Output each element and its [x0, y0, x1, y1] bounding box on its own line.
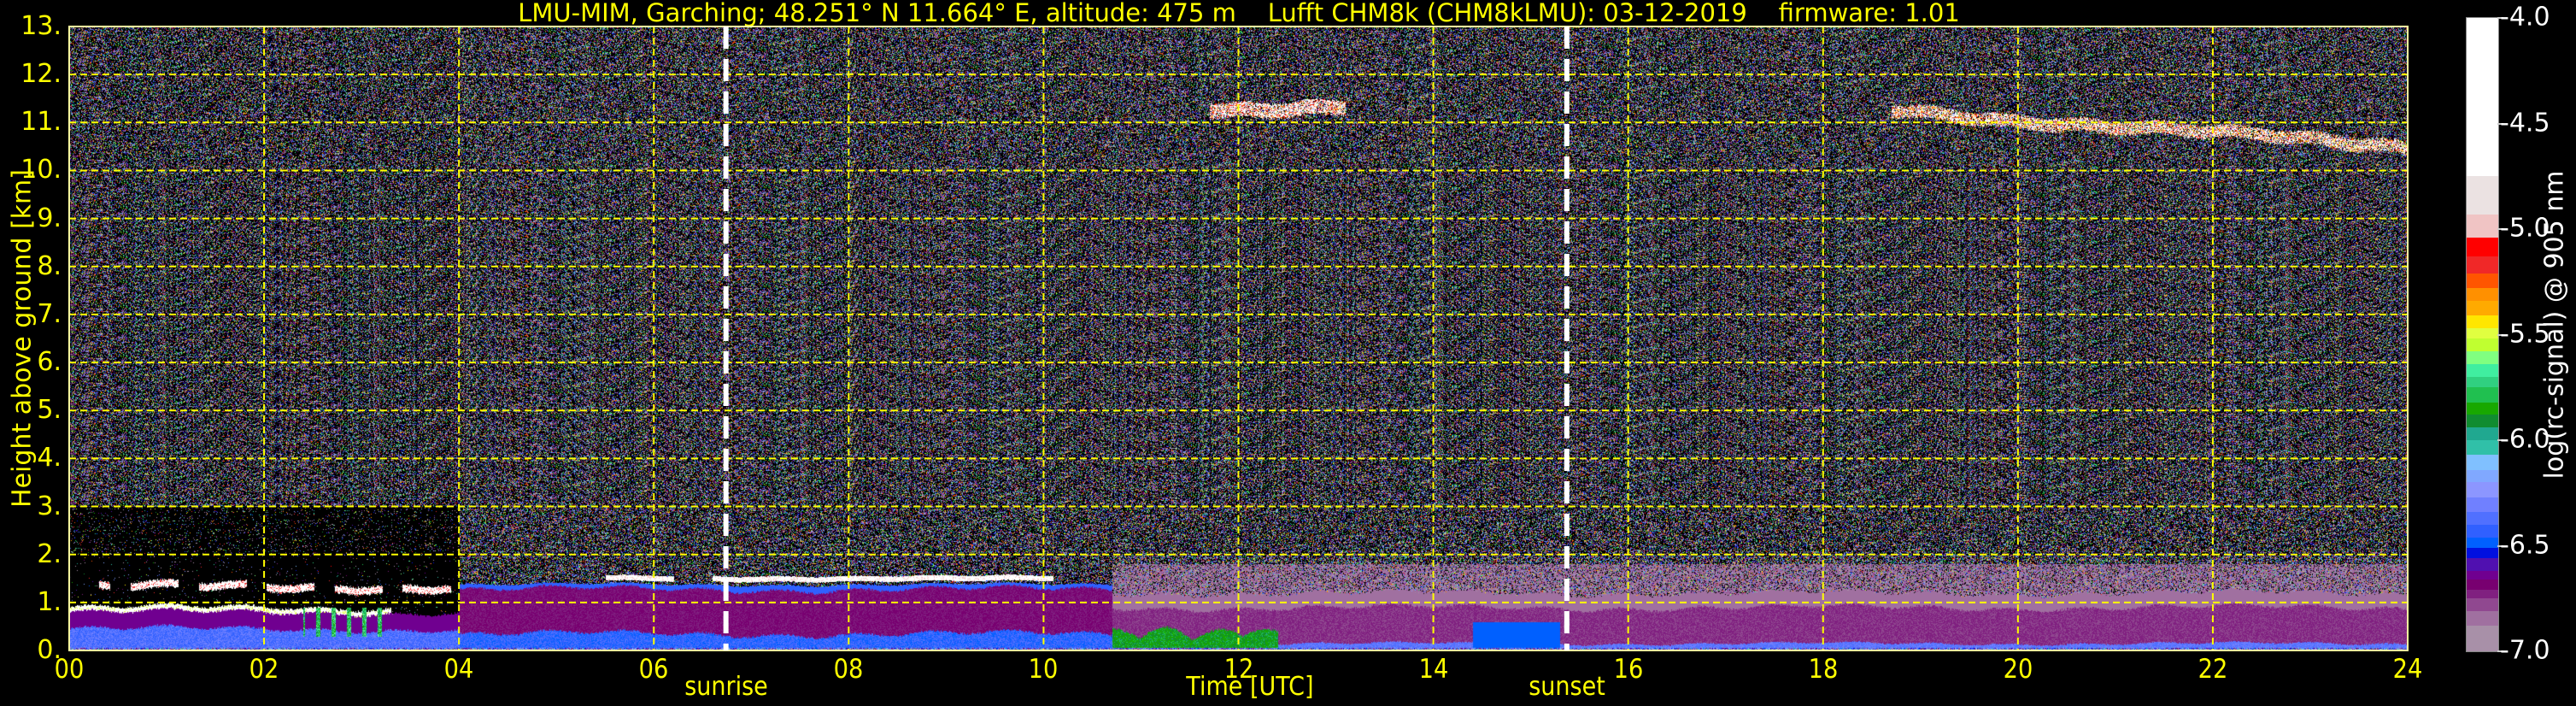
colorbar-bin: [2467, 558, 2498, 572]
colorbar-tick-label: -4.0: [2500, 2, 2550, 32]
y-tick-label: 7.: [37, 298, 62, 329]
colorbar-bin: [2467, 524, 2498, 538]
y-tick-label: 4.: [37, 443, 62, 474]
colorbar-bin: [2467, 176, 2498, 215]
colorbar-bin: [2467, 598, 2498, 612]
colorbar-bin: [2467, 626, 2498, 652]
y-tick-label: 11.: [21, 107, 62, 138]
colorbar-bin: [2467, 580, 2498, 591]
colorbar-bin: [2467, 469, 2498, 483]
chart-title: LMU-MIM, Garching; 48.251° N 11.664° E, …: [518, 0, 1960, 27]
colorbar-bin: [2467, 300, 2498, 316]
colorbar-tick-label: -6.5: [2500, 530, 2550, 560]
colorbar-bin: [2467, 364, 2498, 378]
y-tick-label: 8.: [37, 250, 62, 281]
colorbar-bin: [2467, 328, 2498, 339]
x-tick-label: 24: [2392, 654, 2423, 685]
colorbar-bin: [2467, 497, 2498, 513]
colorbar: [2466, 17, 2499, 652]
sunrise-label: sunrise: [684, 672, 768, 702]
colorbar-bin: [2467, 288, 2498, 302]
x-axis-label: Time [UTC]: [1186, 672, 1314, 702]
colorbar-bin: [2467, 387, 2498, 403]
colorbar-bin: [2467, 611, 2498, 627]
colorbar-bin: [2467, 338, 2498, 352]
colorbar-bin: [2467, 427, 2498, 441]
colorbar-bin: [2467, 571, 2498, 580]
x-tick-label: 00: [54, 654, 85, 685]
colorbar-tick-label: -7.0: [2500, 635, 2550, 666]
colorbar-bin: [2467, 482, 2498, 498]
y-tick-label: 6.: [37, 347, 62, 378]
x-tick-label: 06: [638, 654, 669, 685]
colorbar-bin: [2467, 376, 2498, 388]
y-tick-label: 5.: [37, 395, 62, 426]
colorbar-bin: [2467, 214, 2498, 238]
y-tick-label: 1.: [37, 586, 62, 617]
sunset-label: sunset: [1529, 672, 1605, 702]
plot-area: [68, 26, 2409, 651]
colorbar-bin: [2467, 256, 2498, 274]
y-tick-label: 13.: [21, 11, 62, 41]
y-tick-label: 3.: [37, 491, 62, 521]
colorbar-bin: [2467, 273, 2498, 289]
colorbar-bin: [2467, 511, 2498, 526]
colorbar-bin: [2467, 315, 2498, 329]
x-tick-label: 16: [1613, 654, 1644, 685]
colorbar-bin: [2467, 402, 2498, 415]
x-tick-label: 18: [1808, 654, 1839, 685]
x-tick-label: 20: [2003, 654, 2033, 685]
y-tick-label: 2.: [37, 538, 62, 569]
colorbar-bin: [2467, 415, 2498, 428]
colorbar-bin: [2467, 537, 2498, 549]
colorbar-bin: [2467, 455, 2498, 471]
x-tick-label: 22: [2198, 654, 2228, 685]
colorbar-bin: [2467, 18, 2498, 177]
y-axis-label: Height above ground [km]: [7, 169, 38, 508]
x-tick-label: 14: [1418, 654, 1448, 685]
colorbar-bin: [2467, 590, 2498, 599]
x-tick-label: 04: [443, 654, 474, 685]
colorbar-bin: [2467, 237, 2498, 257]
colorbar-bin: [2467, 440, 2498, 456]
y-tick-label: 9.: [37, 203, 62, 233]
x-tick-label: 10: [1029, 654, 1059, 685]
colorbar-tick-label: -4.5: [2500, 108, 2550, 138]
colorbar-bin: [2467, 547, 2498, 559]
colorbar-bin: [2467, 351, 2498, 365]
x-tick-label: 02: [249, 654, 279, 685]
colorbar-label: log(rc-signal) @ 905 nm: [2539, 170, 2570, 479]
x-tick-label: 08: [833, 654, 864, 685]
y-tick-label: 12.: [21, 59, 62, 90]
grid-overlay: [68, 26, 2409, 651]
